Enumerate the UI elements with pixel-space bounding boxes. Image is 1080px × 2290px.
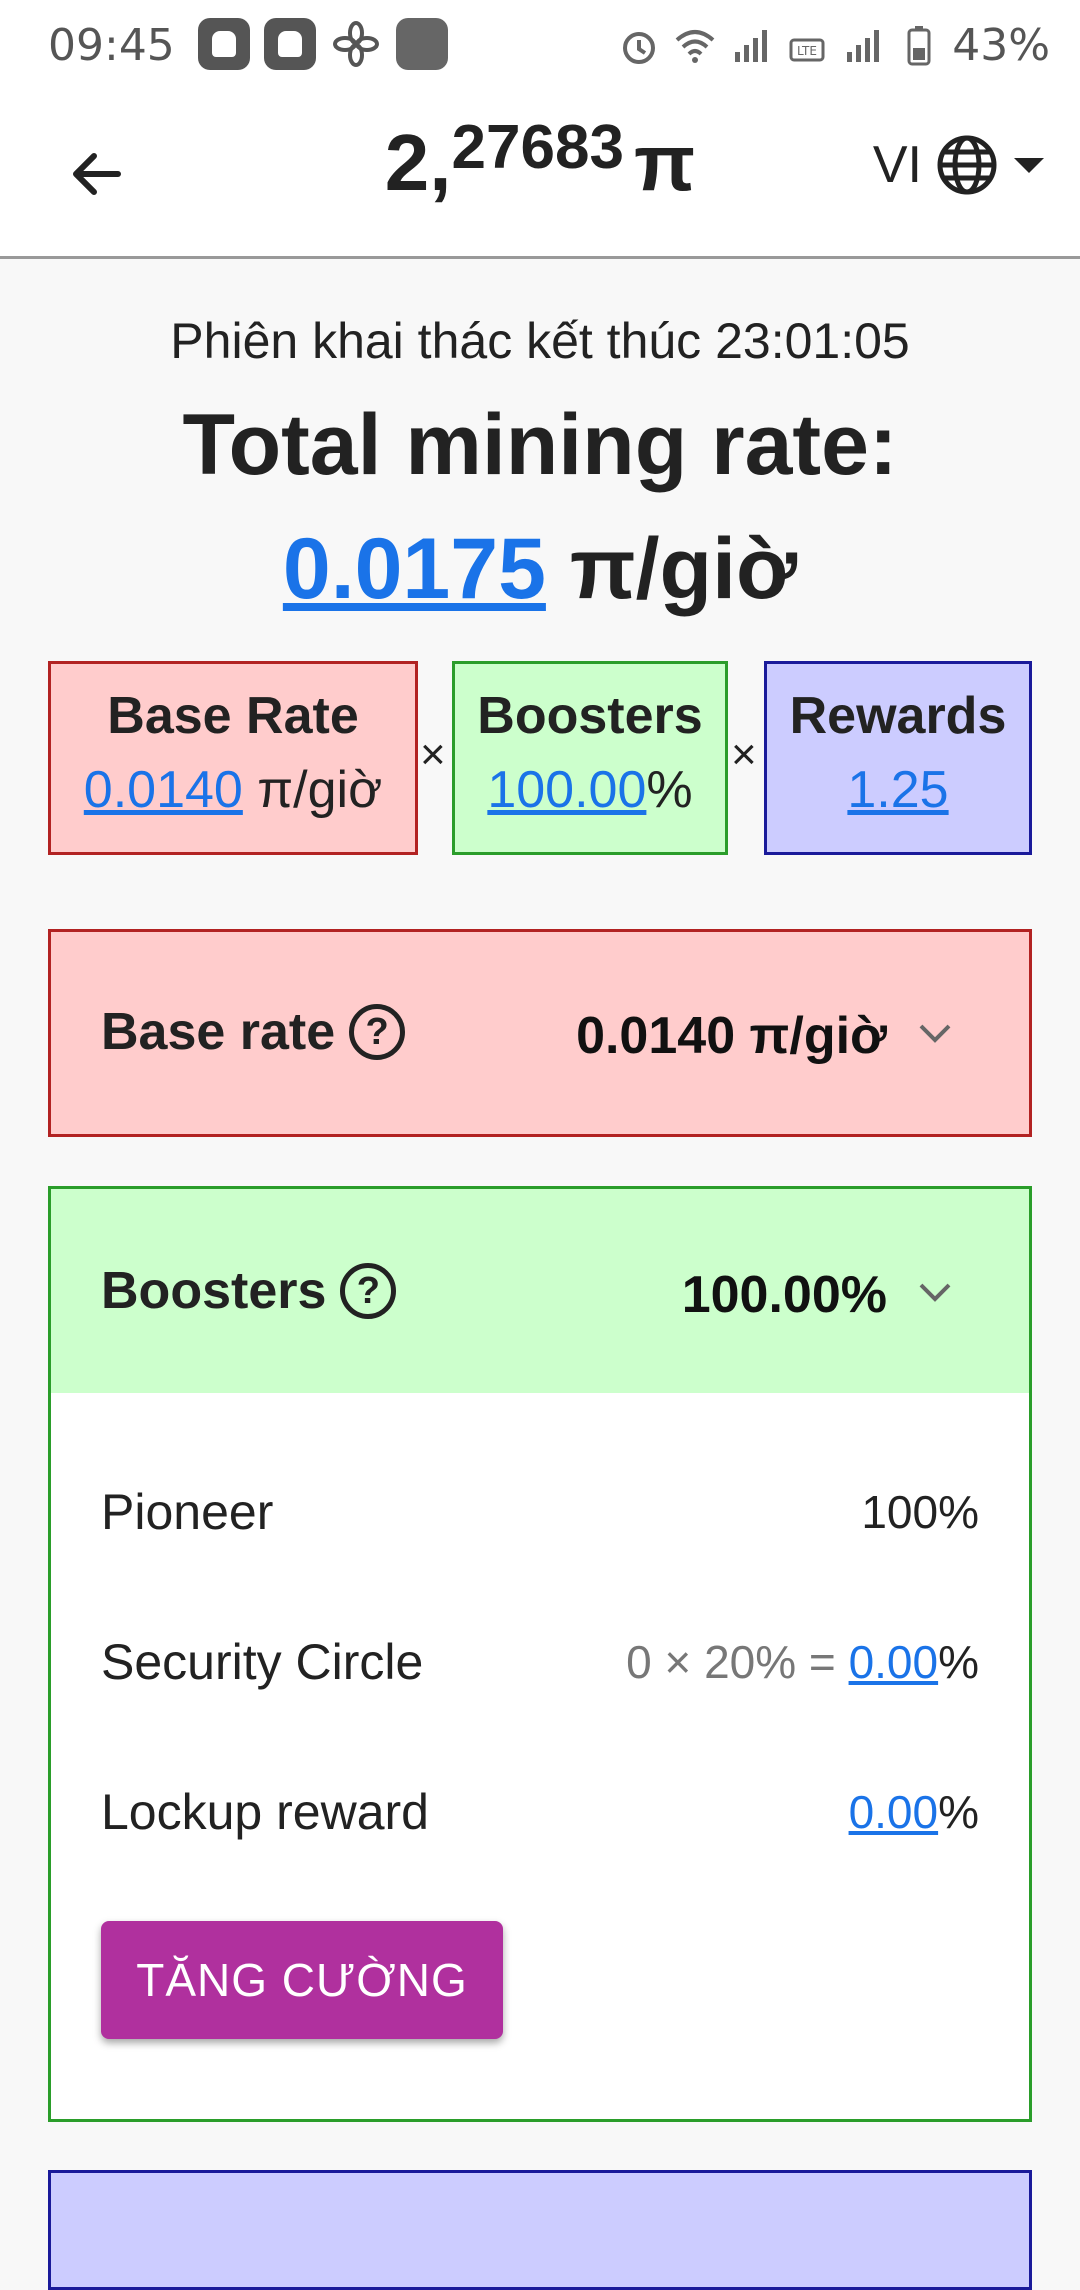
fan-icon: [330, 18, 382, 70]
chevron-down-icon[interactable]: [915, 1273, 955, 1313]
total-rate: 0.0175 π/giờ: [0, 520, 1080, 619]
system-icons: LTE 43%: [616, 20, 1050, 71]
boost-button[interactable]: TĂNG CƯỜNG: [101, 1921, 503, 2039]
notification-icons: [198, 18, 448, 70]
base-rate-label: Base rate: [101, 1003, 336, 1061]
status-bar: 09:45 LTE 43%: [0, 0, 1080, 92]
help-icon[interactable]: ?: [340, 1263, 397, 1319]
globe-icon: [937, 135, 997, 195]
booster-item-value: 100%: [861, 1486, 979, 1538]
multiply-sign: ×: [731, 730, 757, 779]
rewards-box-value-row: 1.25: [767, 760, 1029, 820]
boosters-unit: %: [646, 761, 693, 819]
boosters-panel: Boosters ? 100.00% Pioneer 100% Security…: [48, 1186, 1032, 2122]
app-icon: [264, 18, 316, 70]
rewards-panel[interactable]: [48, 2170, 1032, 2290]
lockup-link[interactable]: 0.00: [849, 1786, 939, 1838]
multiply-sign: ×: [420, 730, 446, 779]
base-rate-box-title: Base Rate: [107, 687, 359, 745]
base-rate-label-row: Base rate ?: [101, 1002, 406, 1062]
boosters-box-value-row: 100.00%: [455, 760, 725, 820]
boosters-label: Boosters: [101, 1262, 327, 1320]
help-icon[interactable]: ?: [349, 1004, 406, 1060]
booster-item-label: Security Circle: [101, 1634, 424, 1690]
base-rate-unit: π/giờ: [257, 761, 383, 819]
rewards-box: Rewards 1.25: [764, 661, 1032, 855]
battery-icon: [896, 23, 942, 69]
boosters-box: Boosters 100.00%: [452, 661, 728, 855]
chevron-down-icon[interactable]: [915, 1014, 955, 1054]
alarm-icon: [616, 23, 662, 69]
booster-item-lockup: Lockup reward 0.00%: [101, 1783, 979, 1841]
booster-item-label: Lockup reward: [101, 1784, 429, 1840]
balance-integer: 2,: [384, 118, 452, 207]
booster-item-pioneer: Pioneer 100%: [101, 1483, 979, 1541]
pi-symbol: π: [633, 118, 696, 207]
boosters-panel-header[interactable]: Boosters ? 100.00%: [51, 1189, 1029, 1393]
app-header: 2,27683 π VI: [0, 92, 1080, 259]
booster-item-label: Pioneer: [101, 1484, 274, 1540]
base-rate-box-value-row: 0.0140 π/giờ: [51, 760, 415, 820]
battery-percent: 43%: [952, 20, 1050, 71]
booster-item-value-row: 0 × 20% = 0.00%: [626, 1635, 979, 1689]
boosters-link[interactable]: 100.00: [487, 761, 646, 819]
app-icon: [198, 18, 250, 70]
lockup-unit: %: [938, 1786, 979, 1838]
base-rate-box: Base Rate 0.0140 π/giờ: [48, 661, 418, 855]
signal-icon: [840, 23, 886, 69]
language-code: VI: [872, 136, 922, 194]
language-selector[interactable]: VI: [873, 134, 1046, 196]
base-rate-panel[interactable]: Base rate ? 0.0140 π/giờ: [48, 929, 1032, 1137]
total-rate-title: Total mining rate:: [182, 397, 898, 493]
security-circle-link[interactable]: 0.00: [849, 1636, 939, 1688]
boosters-box-title: Boosters: [477, 687, 703, 745]
security-circle-formula: 0 × 20% =: [626, 1636, 849, 1688]
volte-icon: LTE: [784, 23, 830, 69]
status-time: 09:45: [48, 20, 175, 71]
rewards-link[interactable]: 1.25: [847, 761, 948, 819]
base-rate-value: 0.0140 π/giờ: [576, 1007, 887, 1065]
base-rate-link[interactable]: 0.0140: [84, 761, 243, 819]
booster-item-value-row: 0.00%: [849, 1785, 979, 1839]
signal-icon: [728, 23, 774, 69]
total-rate-link[interactable]: 0.0175: [283, 521, 546, 617]
booster-item-security-circle: Security Circle 0 × 20% = 0.00%: [101, 1633, 979, 1691]
wifi-icon: [672, 23, 718, 69]
rewards-box-title: Rewards: [789, 687, 1007, 745]
security-circle-unit: %: [938, 1636, 979, 1688]
total-rate-unit: π/giờ: [569, 521, 798, 617]
session-end-text: Phiên khai thác kết thúc 23:01:05: [170, 313, 910, 369]
balance-fraction: 27683: [451, 113, 624, 182]
boosters-label-row: Boosters ?: [101, 1261, 397, 1321]
boosters-value: 100.00%: [681, 1266, 887, 1324]
svg-text:LTE: LTE: [797, 44, 817, 58]
caret-down-icon: [1014, 158, 1044, 173]
gallery-icon: [396, 18, 448, 70]
